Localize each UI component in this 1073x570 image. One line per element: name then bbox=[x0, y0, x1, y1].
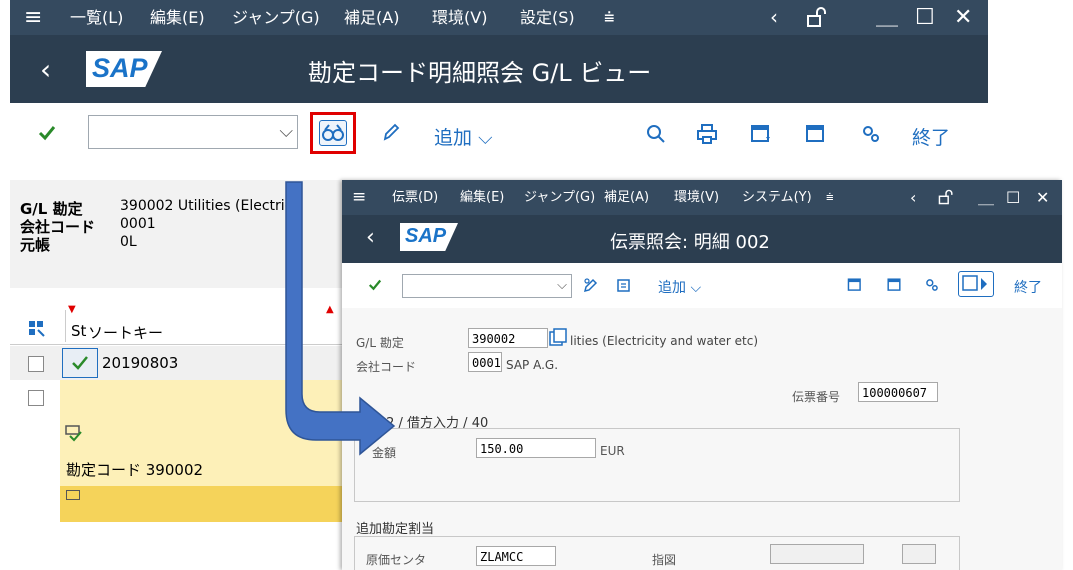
callout-arrow bbox=[285, 181, 396, 456]
